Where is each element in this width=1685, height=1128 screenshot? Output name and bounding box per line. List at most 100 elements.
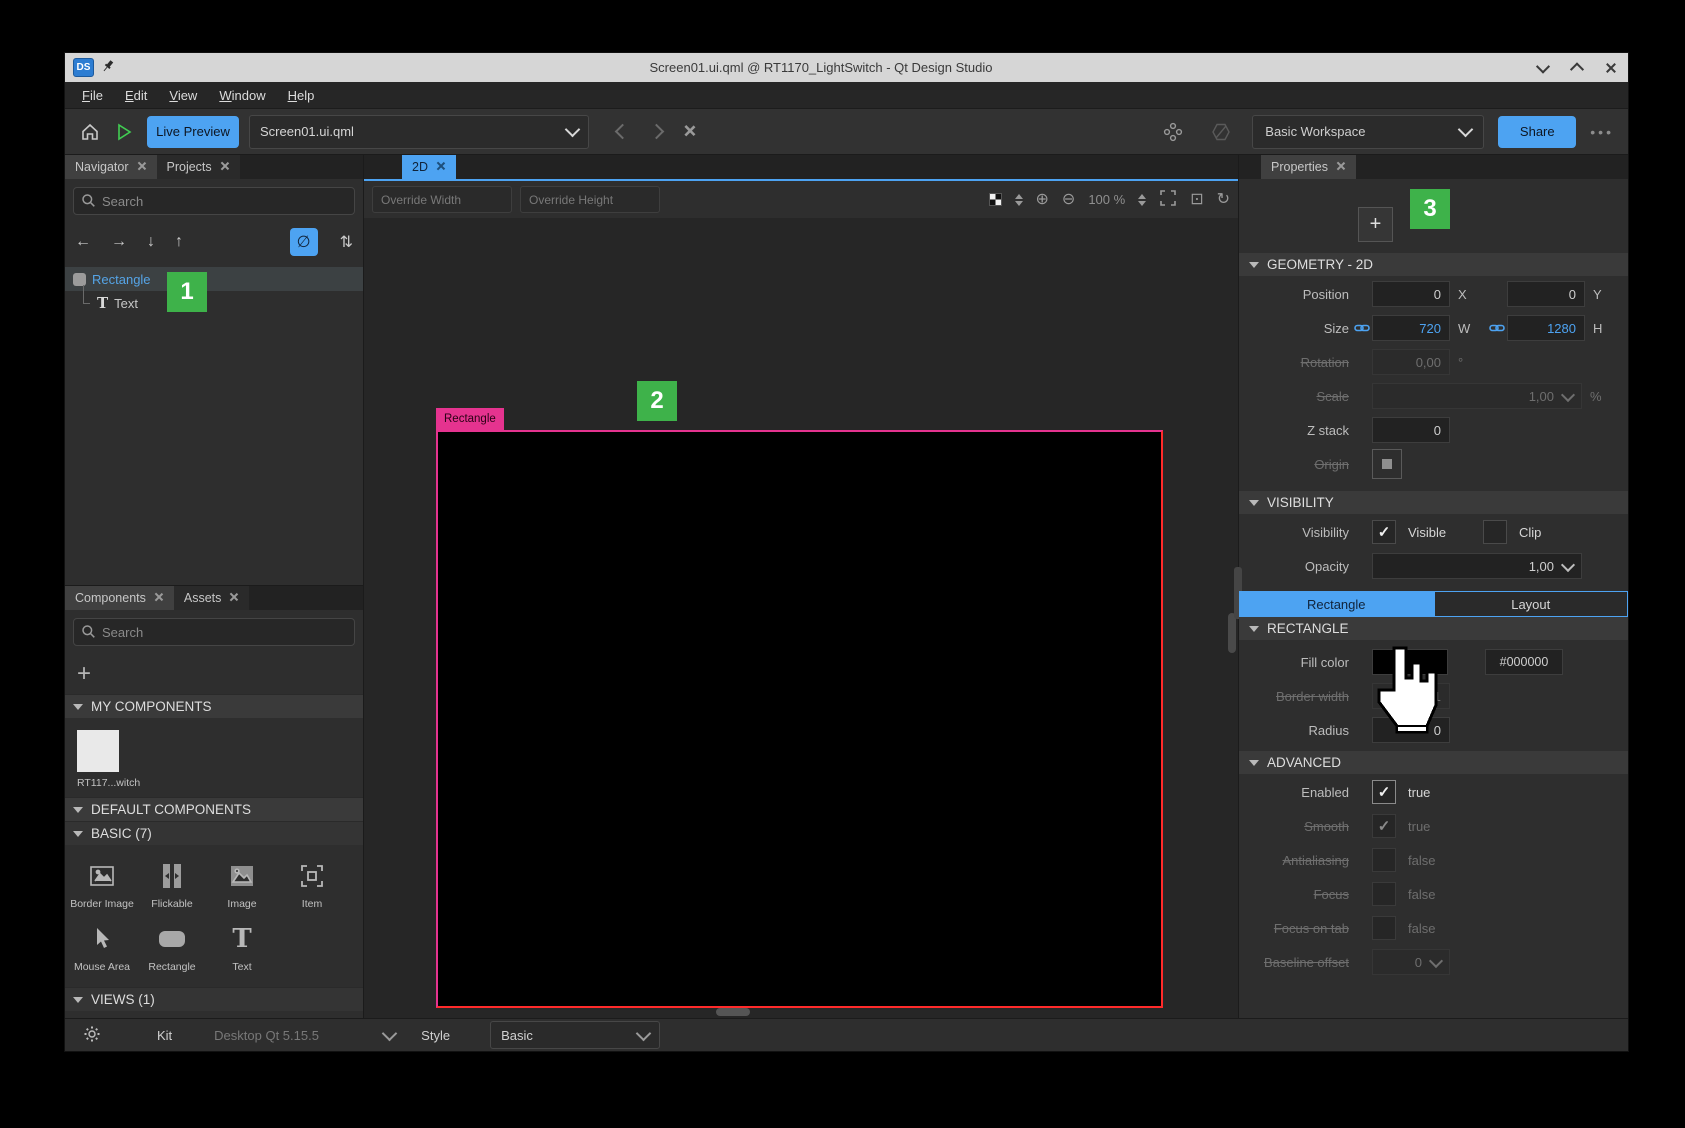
component-image[interactable]: Image bbox=[207, 853, 277, 916]
reset-view-icon[interactable]: ⊡ bbox=[1190, 192, 1203, 208]
size-height-input[interactable]: 1280 bbox=[1507, 315, 1585, 341]
vertical-scrollbar[interactable] bbox=[1228, 613, 1236, 653]
fill-color-hex-input[interactable]: #000000 bbox=[1485, 649, 1563, 675]
navigator-search-input[interactable] bbox=[73, 187, 355, 215]
move-down-icon[interactable]: ↓ bbox=[147, 233, 155, 251]
back-button[interactable] bbox=[605, 115, 639, 149]
move-up-icon[interactable]: ↑ bbox=[175, 233, 183, 251]
close-icon[interactable] bbox=[137, 162, 147, 172]
link-icon[interactable] bbox=[1354, 322, 1370, 334]
tree-item-rectangle[interactable]: Rectangle bbox=[65, 267, 363, 291]
style-dropdown[interactable]: Basic bbox=[490, 1021, 660, 1049]
visibility-section-header[interactable]: VISIBILITY bbox=[1239, 491, 1628, 514]
more-options-button[interactable]: ••• bbox=[1590, 124, 1614, 140]
close-icon[interactable] bbox=[436, 162, 446, 172]
move-left-icon[interactable]: ← bbox=[75, 233, 91, 251]
baseline-offset-input[interactable]: 0 bbox=[1372, 949, 1450, 975]
close-icon[interactable] bbox=[154, 593, 164, 603]
menu-window[interactable]: Window bbox=[208, 84, 276, 107]
canvas[interactable]: Rectangle 2 bbox=[364, 218, 1238, 1018]
override-height-input[interactable] bbox=[520, 186, 660, 213]
component-mouse-area[interactable]: Mouse Area bbox=[67, 916, 137, 979]
run-button[interactable] bbox=[107, 115, 141, 149]
position-x-input[interactable]: 0 bbox=[1372, 281, 1450, 307]
menu-help[interactable]: Help bbox=[277, 84, 326, 107]
qml-rectangle[interactable] bbox=[436, 430, 1163, 1008]
move-right-icon[interactable]: → bbox=[111, 233, 127, 251]
component-text[interactable]: T Text bbox=[207, 916, 277, 979]
zoom-out-icon[interactable]: ⊖ bbox=[1062, 192, 1075, 208]
link-icon[interactable] bbox=[1489, 322, 1505, 334]
menu-view[interactable]: View bbox=[158, 84, 208, 107]
opacity-input[interactable]: 1,00 bbox=[1372, 553, 1582, 579]
tab-navigator[interactable]: Navigator bbox=[65, 155, 157, 179]
forward-button[interactable] bbox=[639, 115, 673, 149]
open-file-dropdown[interactable]: Screen01.ui.qml bbox=[249, 115, 589, 149]
zstack-input[interactable]: 0 bbox=[1372, 417, 1450, 443]
tab-projects[interactable]: Projects bbox=[157, 155, 240, 179]
reverse-order-icon[interactable]: ⇅ bbox=[340, 232, 353, 252]
tab-components[interactable]: Components bbox=[65, 586, 174, 610]
origin-selector[interactable] bbox=[1372, 449, 1402, 479]
component-border-image[interactable]: Border Image bbox=[67, 853, 137, 916]
close-document-button[interactable] bbox=[673, 115, 707, 149]
close-icon[interactable] bbox=[220, 162, 230, 172]
refresh-icon[interactable]: ↻ bbox=[1217, 192, 1230, 208]
component-item[interactable]: Item bbox=[277, 853, 347, 916]
zoom-spinner[interactable] bbox=[1138, 194, 1146, 206]
tab-2d[interactable]: 2D bbox=[402, 155, 456, 179]
focus-on-tab-checkbox[interactable] bbox=[1372, 916, 1396, 940]
my-components-header[interactable]: MY COMPONENTS bbox=[65, 694, 363, 718]
tab-properties[interactable]: Properties bbox=[1261, 155, 1356, 179]
chevron-down-icon[interactable] bbox=[382, 1025, 398, 1041]
position-y-input[interactable]: 0 bbox=[1507, 281, 1585, 307]
pin-icon[interactable] bbox=[100, 58, 116, 77]
component-rt1170-switch[interactable]: RT117...witch bbox=[65, 718, 363, 797]
zoom-level-value[interactable]: 100 % bbox=[1088, 192, 1125, 207]
live-preview-button[interactable]: Live Preview bbox=[147, 116, 239, 148]
minimize-button[interactable] bbox=[1526, 53, 1560, 82]
annotations-icon[interactable] bbox=[1156, 115, 1190, 149]
zoom-in-icon[interactable]: ⊕ bbox=[1036, 192, 1049, 208]
default-components-header[interactable]: DEFAULT COMPONENTS bbox=[65, 797, 363, 821]
menu-edit[interactable]: Edit bbox=[114, 84, 158, 107]
enabled-checkbox[interactable] bbox=[1372, 780, 1396, 804]
maximize-button[interactable] bbox=[1560, 53, 1594, 82]
background-color-icon[interactable] bbox=[989, 193, 1002, 206]
home-button[interactable] bbox=[73, 115, 107, 149]
component-rectangle[interactable]: Rectangle bbox=[137, 916, 207, 979]
kit-dropdown[interactable]: Desktop Qt 5.15.5 bbox=[214, 1028, 384, 1043]
focus-checkbox[interactable] bbox=[1372, 882, 1396, 906]
fit-to-screen-icon[interactable] bbox=[1159, 189, 1177, 210]
override-width-input[interactable] bbox=[372, 186, 512, 213]
basic-components-header[interactable]: BASIC (7) bbox=[65, 821, 363, 845]
tab-assets[interactable]: Assets bbox=[174, 586, 250, 610]
close-button[interactable] bbox=[1594, 53, 1628, 82]
antialiasing-checkbox[interactable] bbox=[1372, 848, 1396, 872]
scale-input[interactable]: 1,00 bbox=[1372, 383, 1582, 409]
geometry-section-header[interactable]: GEOMETRY - 2D bbox=[1239, 253, 1628, 276]
clip-checkbox[interactable] bbox=[1483, 520, 1507, 544]
add-property-button[interactable]: + bbox=[1358, 207, 1393, 242]
tree-item-text[interactable]: T Text bbox=[65, 291, 363, 315]
size-width-input[interactable]: 720 bbox=[1372, 315, 1450, 341]
visible-checkbox[interactable] bbox=[1372, 520, 1396, 544]
menu-file[interactable]: File bbox=[71, 84, 114, 107]
share-button[interactable]: Share bbox=[1498, 116, 1576, 148]
horizontal-scrollbar[interactable] bbox=[716, 1008, 750, 1016]
tab-rectangle[interactable]: Rectangle bbox=[1239, 591, 1434, 617]
components-search-input[interactable] bbox=[73, 618, 355, 646]
rotation-input[interactable]: 0,00 bbox=[1372, 349, 1450, 375]
workspace-dropdown[interactable]: Basic Workspace bbox=[1252, 115, 1484, 149]
background-spinner[interactable] bbox=[1015, 194, 1023, 206]
advanced-section-header[interactable]: ADVANCED bbox=[1239, 751, 1628, 774]
close-icon[interactable] bbox=[1336, 162, 1346, 172]
close-icon[interactable] bbox=[229, 593, 239, 603]
tab-layout[interactable]: Layout bbox=[1434, 591, 1629, 617]
component-flickable[interactable]: Flickable bbox=[137, 853, 207, 916]
add-module-button[interactable]: + bbox=[77, 660, 91, 688]
settings-gear-icon[interactable] bbox=[83, 1025, 101, 1046]
rectangle-section-header[interactable]: RECTANGLE bbox=[1239, 617, 1628, 640]
views-header[interactable]: VIEWS (1) bbox=[65, 987, 363, 1011]
smooth-checkbox[interactable] bbox=[1372, 814, 1396, 838]
